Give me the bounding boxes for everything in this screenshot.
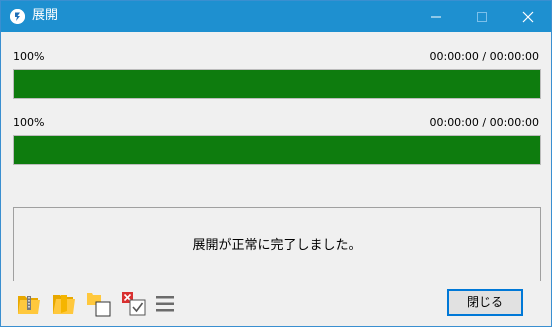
minimize-button[interactable] (413, 1, 459, 32)
copy-button[interactable] (86, 291, 112, 317)
close-window-button[interactable] (505, 1, 551, 32)
open-folder-button[interactable] (51, 291, 77, 317)
title-bar[interactable]: 展開 (1, 1, 551, 32)
file-progress-percent: 100% (13, 50, 45, 63)
file-progress-time: 00:00:00 / 00:00:00 (429, 50, 539, 63)
open-archive-button[interactable] (16, 291, 42, 317)
delete-check-button[interactable] (121, 291, 147, 317)
maximize-button[interactable] (459, 1, 505, 32)
extract-window: 展開 100% 00:00:00 / 00:00:00 100% 00:00:0… (0, 0, 552, 327)
total-progress-bar (13, 135, 541, 165)
close-icon (522, 11, 534, 23)
status-message: 展開が正常に完了しました。 (192, 238, 362, 253)
total-progress-percent: 100% (13, 116, 45, 129)
close-button[interactable]: 閉じる (447, 289, 523, 316)
minimize-icon (431, 16, 441, 18)
menu-button[interactable] (153, 291, 179, 317)
menu-icon (156, 296, 174, 312)
open-folder-icon (53, 295, 75, 314)
maximize-icon (477, 12, 487, 22)
total-progress-time: 00:00:00 / 00:00:00 (429, 116, 539, 129)
copy-icon (87, 293, 111, 317)
status-message-box: 展開が正常に完了しました。 (13, 207, 541, 281)
file-progress-fill (14, 70, 540, 98)
window-title: 展開 (32, 8, 59, 23)
file-progress-bar (13, 69, 541, 99)
total-progress-fill (14, 136, 540, 164)
app-icon (10, 9, 25, 24)
open-archive-icon (18, 296, 40, 314)
delete-check-icon (122, 292, 146, 316)
